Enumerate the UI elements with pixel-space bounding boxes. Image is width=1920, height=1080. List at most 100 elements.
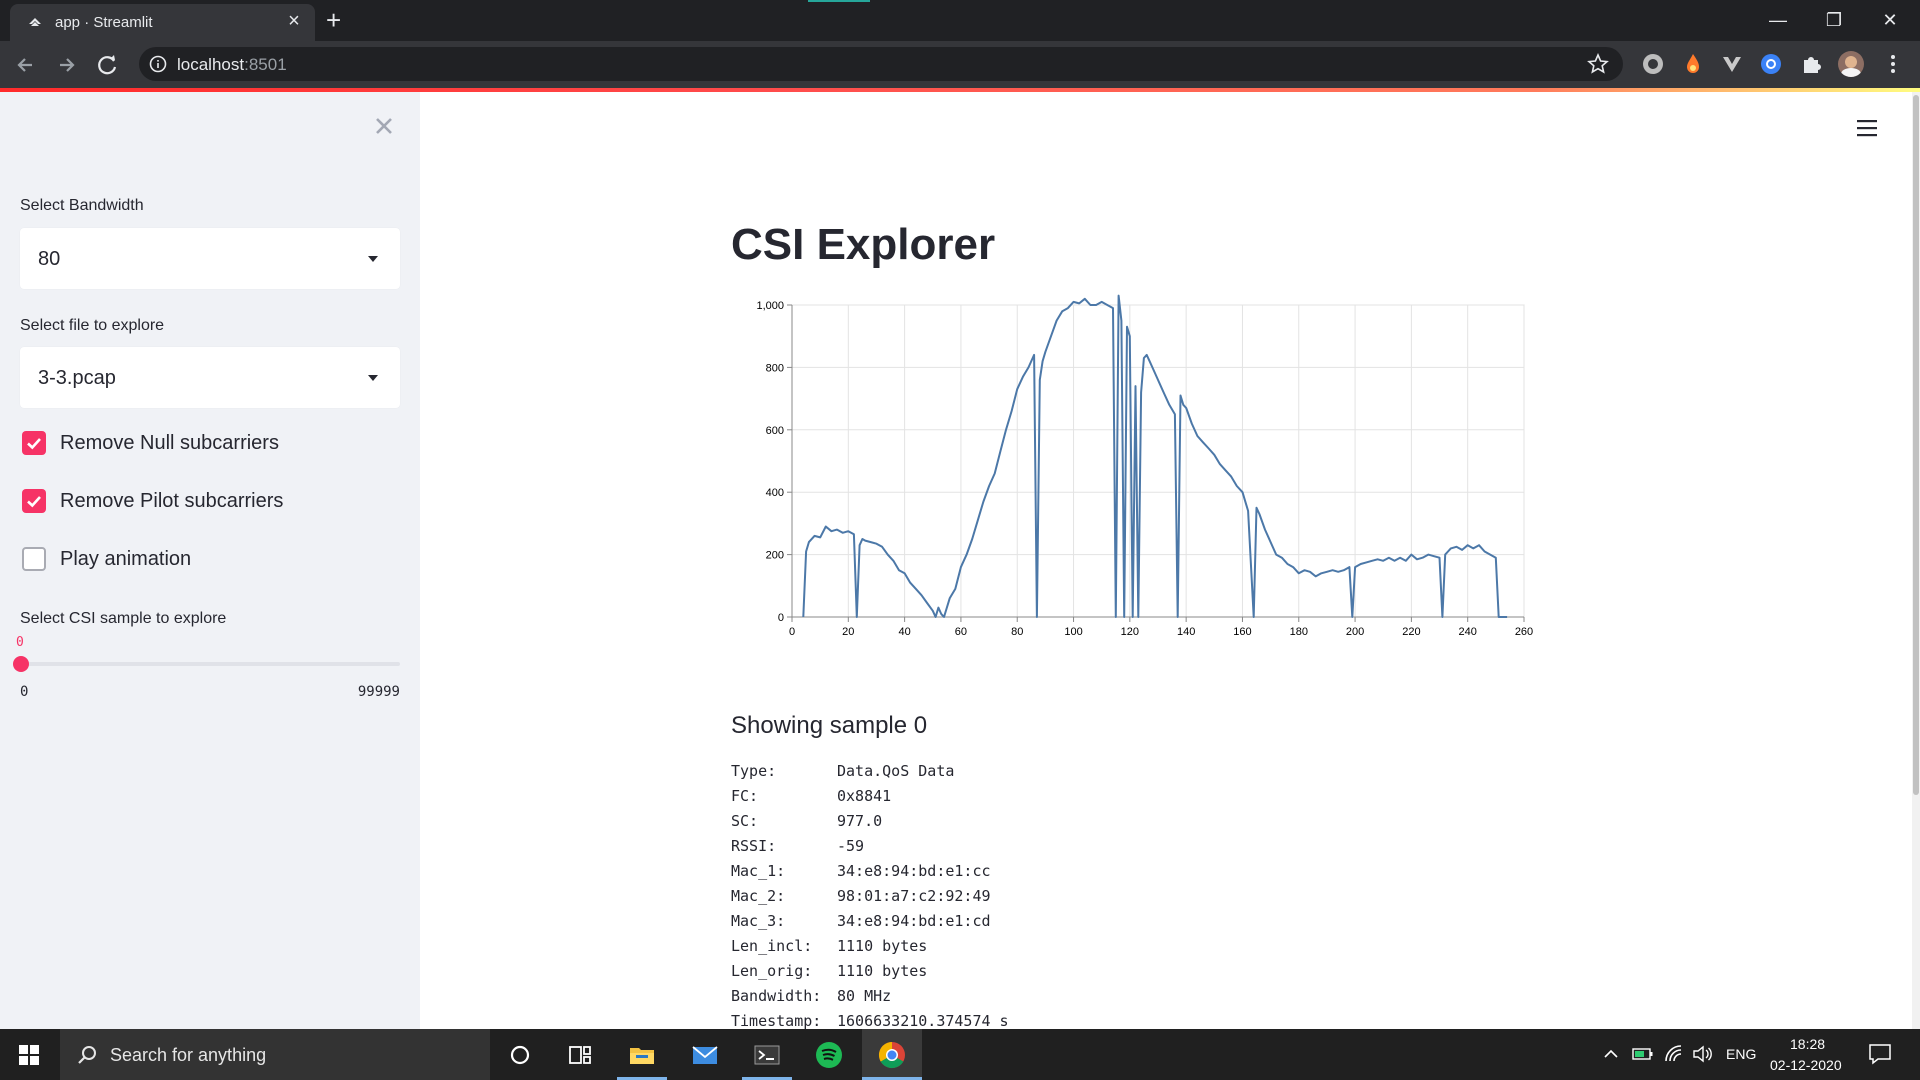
checkmark-icon: [27, 438, 41, 450]
wifi-icon[interactable]: [1664, 1044, 1684, 1064]
scrollbar-thumb[interactable]: [1913, 95, 1919, 795]
address-bar[interactable]: localhost:8501: [139, 47, 1623, 81]
extension-flame-icon[interactable]: [1680, 51, 1706, 77]
x-tick-label: 60: [955, 626, 967, 638]
detail-row: Bandwidth: 80 MHz: [731, 984, 1009, 1009]
detail-key: FC:: [731, 787, 759, 805]
sidebar: Select Bandwidth 80 Select file to explo…: [0, 92, 420, 1029]
taskbar-search[interactable]: Search for anything: [60, 1029, 490, 1080]
file-label: Select file to explore: [20, 317, 165, 334]
window-close-icon[interactable]: ✕: [1870, 6, 1910, 34]
extension-circle-icon[interactable]: [1640, 51, 1666, 77]
file-select[interactable]: 3-3.pcap: [20, 347, 400, 408]
detail-key: SC:: [731, 812, 759, 830]
slider-max-value: 99999: [357, 684, 400, 700]
checkbox-unchecked[interactable]: [22, 547, 46, 571]
tab-close-icon[interactable]: ×: [283, 10, 305, 32]
mail-icon[interactable]: [690, 1040, 720, 1070]
extensions-puzzle-icon[interactable]: [1798, 51, 1824, 77]
detail-key: Bandwidth:: [731, 987, 822, 1005]
notifications-icon[interactable]: [1868, 1043, 1892, 1065]
url-port: :8501: [244, 55, 287, 74]
file-explorer-icon[interactable]: [627, 1040, 657, 1070]
detail-row: Mac_3: 34:e8:94:bd:e1:cd: [731, 909, 1009, 934]
info-icon[interactable]: [149, 55, 167, 73]
x-tick-label: 120: [1121, 626, 1139, 638]
window-accent: [808, 0, 870, 2]
y-tick-label: 400: [766, 487, 784, 499]
restore-icon[interactable]: ❐: [1814, 6, 1854, 34]
detail-row: Mac_2: 98:01:a7:c2:92:49: [731, 884, 1009, 909]
back-icon[interactable]: [10, 49, 42, 81]
detail-row: Type: Data.QoS Data: [731, 759, 1009, 784]
tray-expand-icon[interactable]: [1603, 1047, 1619, 1061]
x-tick-label: 40: [898, 626, 910, 638]
extension-at-icon[interactable]: [1758, 51, 1784, 77]
checkbox-label: Play animation: [60, 548, 192, 570]
avatar-face: [1845, 56, 1857, 68]
profile-avatar[interactable]: [1838, 51, 1864, 77]
x-tick-label: 140: [1177, 626, 1195, 638]
detail-value: 80 MHz: [837, 987, 892, 1005]
bandwidth-label: Select Bandwidth: [20, 197, 144, 214]
y-tick-label: 600: [766, 425, 784, 437]
volume-icon[interactable]: [1692, 1044, 1714, 1064]
main-content: CSI Explorer 0 20 40 60 80 100 120 140 160 180 200…: [420, 92, 1912, 1030]
extension-vee-icon[interactable]: [1719, 51, 1745, 77]
slider-label: Select CSI sample to explore: [20, 610, 227, 627]
detail-row: RSSI: -59: [731, 834, 1009, 859]
detail-value: 1606633210.374574 s: [837, 1012, 1009, 1030]
checkbox-checked[interactable]: [22, 431, 46, 455]
tray-date[interactable]: 02-12-2020: [1770, 1057, 1842, 1073]
detail-row: Mac_1: 34:e8:94:bd:e1:cc: [731, 859, 1009, 884]
x-tick-label: 20: [842, 626, 854, 638]
bandwidth-select[interactable]: 80: [20, 228, 400, 289]
reload-icon[interactable]: [92, 49, 124, 81]
checkbox-checked[interactable]: [22, 489, 46, 513]
slider-current-value: 0: [16, 635, 24, 650]
minimize-icon[interactable]: —: [1758, 6, 1798, 34]
tray-time[interactable]: 18:28: [1790, 1036, 1825, 1052]
browser-tab[interactable]: app · Streamlit ×: [10, 4, 315, 41]
new-tab-icon[interactable]: +: [326, 6, 341, 34]
x-tick-label: 220: [1402, 626, 1420, 638]
avatar-shirt: [1841, 68, 1861, 77]
detail-value: 1110 bytes: [837, 962, 928, 980]
spotify-icon[interactable]: [814, 1040, 844, 1070]
task-view-icon[interactable]: [565, 1040, 595, 1070]
detail-key: Len_orig:: [731, 962, 813, 980]
csi-chart-svg: 0 20 40 60 80 100 120 140 160 180 200 220 240 260 0 200…: [756, 294, 1622, 638]
sample-subheader: Showing sample 0: [731, 712, 928, 739]
chrome-icon[interactable]: [877, 1040, 907, 1070]
windows-start-icon[interactable]: [18, 1044, 40, 1066]
x-tick-label: 160: [1233, 626, 1251, 638]
bookmark-star-icon[interactable]: [1587, 53, 1609, 75]
x-tick-label: 100: [1064, 626, 1082, 638]
detail-key: Mac_3:: [731, 912, 786, 930]
sidebar-close-icon[interactable]: [372, 114, 396, 138]
bandwidth-value: 80: [38, 248, 61, 270]
detail-value: -59: [837, 837, 865, 855]
y-tick-label: 200: [766, 550, 784, 562]
sample-slider-track[interactable]: [20, 662, 400, 666]
detail-row: FC: 0x8841: [731, 784, 1009, 809]
sample-details: Type: Data.QoS Data FC: 0x8841 SC: 977.0 RSSI:…: [731, 759, 1009, 1034]
browser-menu-icon[interactable]: [1880, 51, 1906, 77]
sample-slider-thumb[interactable]: [13, 656, 29, 672]
terminal-icon[interactable]: [752, 1040, 782, 1070]
plot-area: [791, 304, 1525, 618]
language-indicator[interactable]: ENG: [1726, 1046, 1756, 1062]
csi-chart: 0 20 40 60 80 100 120 140 160 180 200 220 240 260 0 200…: [720, 282, 1622, 662]
file-value: 3-3.pcap: [38, 367, 116, 389]
checkbox-label: Remove Null subcarriers: [60, 432, 279, 454]
page-title: CSI Explorer: [731, 220, 996, 269]
x-tick-label: 80: [1011, 626, 1023, 638]
battery-icon[interactable]: [1632, 1045, 1654, 1063]
taskbar: Search for anything ENG 18:28 02-12-2020: [0, 1029, 1920, 1080]
cortana-icon[interactable]: [505, 1040, 535, 1070]
hamburger-menu-icon[interactable]: [1855, 117, 1879, 139]
detail-value: 977.0: [837, 812, 883, 830]
detail-key: Len_incl:: [731, 937, 813, 955]
chevron-down-icon: [368, 375, 378, 381]
forward-icon[interactable]: [50, 49, 82, 81]
